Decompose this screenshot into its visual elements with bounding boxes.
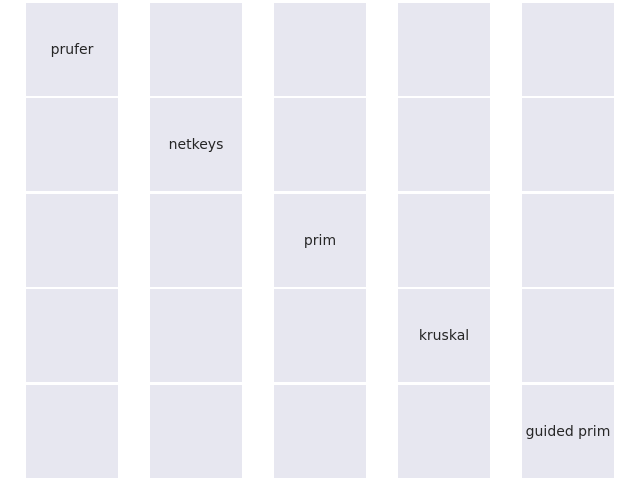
panel-r1-c4 [522, 98, 614, 191]
panel-r4-c4: guided prim [522, 385, 614, 478]
panel-r3-c1 [150, 289, 242, 382]
panel-r1-c2 [274, 98, 366, 191]
panel-r4-c2 [274, 385, 366, 478]
panel-r2-c1 [150, 194, 242, 287]
panel-r2-c0 [26, 194, 118, 287]
panel-r4-c0 [26, 385, 118, 478]
pairgrid: prufer netkeys prim kruskal guided prim [0, 0, 640, 480]
panel-r2-c2: prim [274, 194, 366, 287]
panel-r3-c3: kruskal [398, 289, 490, 382]
panel-r1-c3 [398, 98, 490, 191]
diagonal-label: prim [303, 232, 337, 249]
diagonal-label: prufer [50, 41, 94, 58]
panel-r3-c2 [274, 289, 366, 382]
panel-r0-c1 [150, 3, 242, 96]
diagonal-label: kruskal [418, 327, 470, 344]
panel-r0-c2 [274, 3, 366, 96]
panel-r4-c3 [398, 385, 490, 478]
diagonal-label: netkeys [168, 136, 224, 153]
panel-r3-c4 [522, 289, 614, 382]
panel-r4-c1 [150, 385, 242, 478]
panel-r1-c1: netkeys [150, 98, 242, 191]
diagonal-label: guided prim [525, 423, 611, 440]
panel-r0-c3 [398, 3, 490, 96]
panel-r2-c4 [522, 194, 614, 287]
panel-r1-c0 [26, 98, 118, 191]
panel-r2-c3 [398, 194, 490, 287]
panel-r3-c0 [26, 289, 118, 382]
panel-r0-c4 [522, 3, 614, 96]
panel-r0-c0: prufer [26, 3, 118, 96]
